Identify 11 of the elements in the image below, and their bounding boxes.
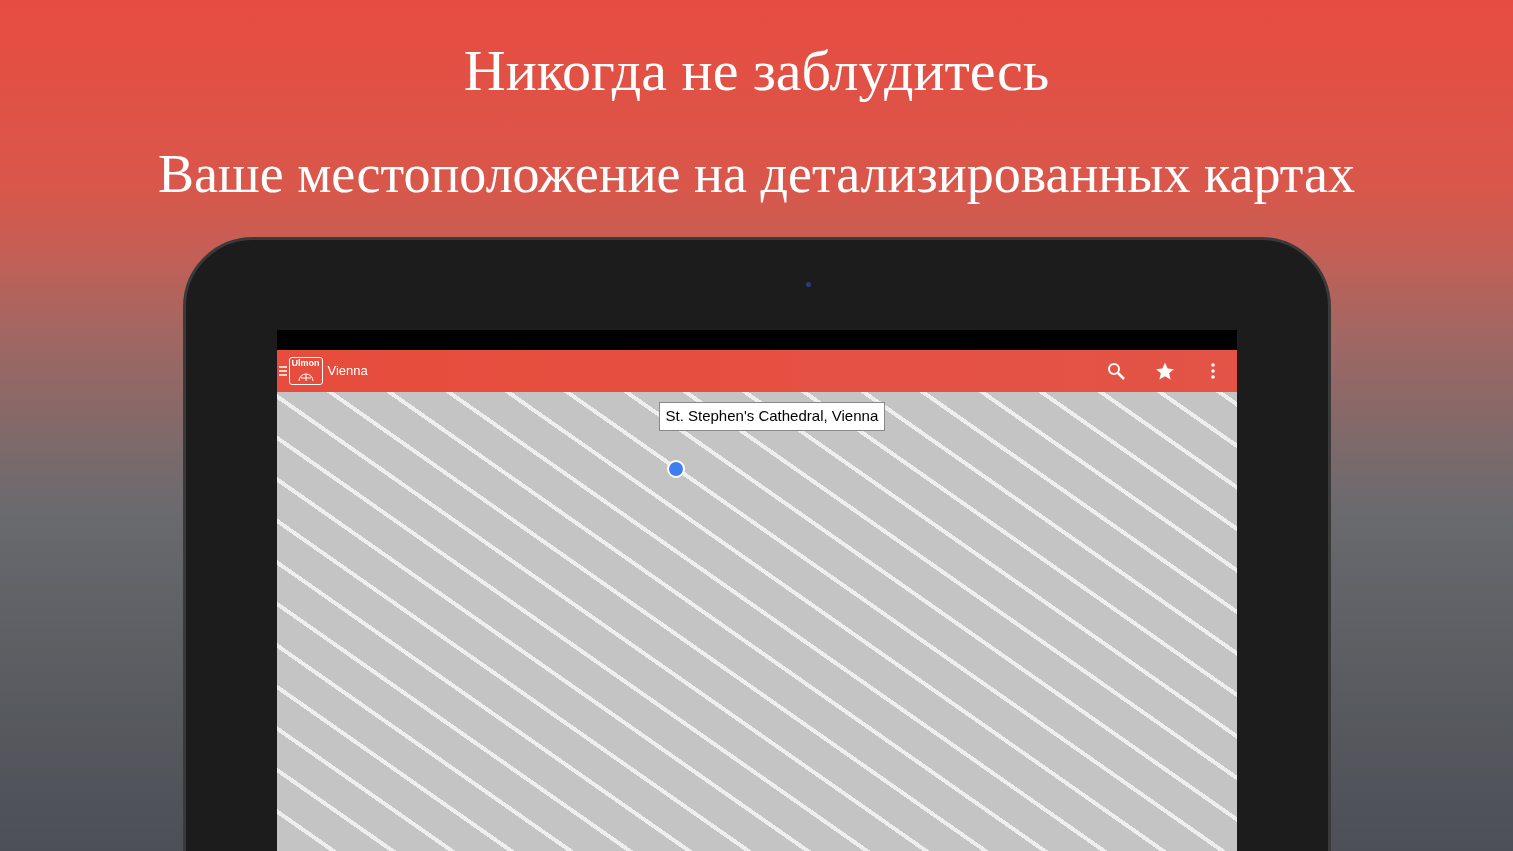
app-title: Vienna <box>327 362 368 381</box>
more-icon[interactable] <box>1210 363 1215 379</box>
search-icon[interactable] <box>1106 362 1125 380</box>
menu-icon[interactable] <box>278 365 287 377</box>
subheadline: Ваше местоположение на детализированных картах <box>158 144 1355 204</box>
app-logo: Ulmon <box>288 357 323 385</box>
star-icon[interactable] <box>1154 361 1175 381</box>
camera-icon <box>805 282 811 287</box>
map-popup: St. Stephen's Cathedral, Vienna <box>658 402 886 431</box>
headline: Никогда не заблудитесь <box>463 37 1050 105</box>
location-marker <box>666 460 685 478</box>
